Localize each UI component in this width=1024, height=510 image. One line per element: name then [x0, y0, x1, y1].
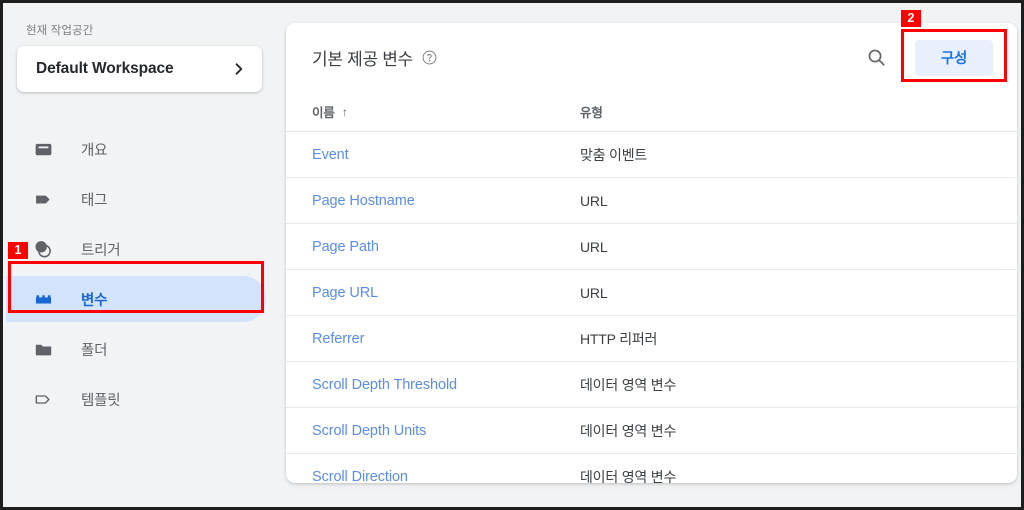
workspace-selector[interactable]: Default Workspace	[17, 46, 262, 92]
sidebar-item-label: 트리거	[81, 242, 121, 259]
variable-type: HTTP 리퍼러	[580, 330, 658, 347]
table-row[interactable]: Scroll Depth Units 데이터 영역 변수	[286, 408, 1017, 454]
sidebar-item-label: 폴더	[81, 342, 108, 359]
column-header-name-label: 이름	[312, 106, 335, 120]
table-row[interactable]: Event 맞춤 이벤트	[286, 132, 1017, 178]
table-row[interactable]: Referrer HTTP 리퍼러	[286, 316, 1017, 362]
sidebar: 현재 작업공간 Default Workspace 개요 태그 트리거 변수 폴…	[6, 6, 284, 507]
search-icon[interactable]	[859, 41, 893, 75]
table-header-row: 이름 ↑ 유형	[286, 92, 1017, 132]
sidebar-item-overview[interactable]: 개요	[6, 126, 266, 172]
sidebar-nav: 개요 태그 트리거 변수 폴더 템플릿	[6, 126, 284, 422]
chevron-right-icon	[235, 63, 243, 75]
help-circle-icon[interactable]	[422, 50, 437, 65]
sidebar-item-label: 개요	[81, 142, 108, 159]
column-header-name[interactable]: 이름 ↑	[312, 102, 580, 121]
variable-type: URL	[580, 238, 608, 255]
sidebar-item-variables[interactable]: 변수	[6, 276, 266, 322]
variable-type: 데이터 영역 변수	[580, 376, 677, 393]
configure-button[interactable]: 구성	[915, 39, 993, 76]
column-header-type[interactable]: 유형	[580, 102, 603, 121]
variable-name-link[interactable]: Scroll Depth Units	[312, 423, 580, 439]
variable-block-icon	[32, 288, 54, 310]
tag-icon	[32, 188, 54, 210]
builtin-variables-panel: 기본 제공 변수 구성 이름 ↑ 유형 Event 맞춤 이벤트 Page Ho…	[286, 23, 1017, 483]
sidebar-item-tags[interactable]: 태그	[6, 176, 266, 222]
variable-type: URL	[580, 192, 608, 209]
variable-type: URL	[580, 284, 608, 301]
app-window: 현재 작업공간 Default Workspace 개요 태그 트리거 변수 폴…	[0, 0, 1024, 510]
variable-name-link[interactable]: Scroll Depth Threshold	[312, 377, 580, 393]
table-row[interactable]: Page Hostname URL	[286, 178, 1017, 224]
variable-type: 데이터 영역 변수	[580, 468, 677, 484]
variables-table: Event 맞춤 이벤트 Page Hostname URL Page Path URL P…	[286, 132, 1017, 483]
workspace-section-label: 현재 작업공간	[26, 25, 94, 37]
sidebar-item-label: 태그	[81, 192, 108, 209]
variable-name-link[interactable]: Scroll Direction	[312, 469, 580, 484]
variable-type: 맞춤 이벤트	[580, 146, 648, 163]
workspace-name: Default Workspace	[36, 60, 174, 77]
variable-type: 데이터 영역 변수	[580, 422, 677, 439]
variable-name-link[interactable]: Referrer	[312, 331, 580, 347]
sidebar-item-label: 템플릿	[81, 392, 121, 409]
variable-name-link[interactable]: Page URL	[312, 285, 580, 301]
sidebar-item-triggers[interactable]: 트리거	[6, 226, 266, 272]
template-tag-outline-icon	[32, 388, 54, 410]
variable-name-link[interactable]: Page Path	[312, 239, 580, 255]
table-row[interactable]: Page URL URL	[286, 270, 1017, 316]
folder-icon	[32, 338, 54, 360]
sidebar-item-label: 변수	[81, 292, 108, 309]
table-row[interactable]: Page Path URL	[286, 224, 1017, 270]
table-row[interactable]: Scroll Depth Threshold 데이터 영역 변수	[286, 362, 1017, 408]
variable-name-link[interactable]: Event	[312, 147, 580, 163]
trigger-circles-icon	[32, 238, 54, 260]
sidebar-item-templates[interactable]: 템플릿	[6, 376, 266, 422]
panel-header: 기본 제공 변수 구성	[286, 23, 1017, 92]
sort-ascending-icon: ↑	[341, 104, 348, 119]
sidebar-item-folders[interactable]: 폴더	[6, 326, 266, 372]
page-title: 기본 제공 변수	[312, 50, 413, 69]
variable-name-link[interactable]: Page Hostname	[312, 193, 580, 209]
overview-inbox-icon	[32, 138, 54, 160]
table-row[interactable]: Scroll Direction 데이터 영역 변수	[286, 454, 1017, 484]
